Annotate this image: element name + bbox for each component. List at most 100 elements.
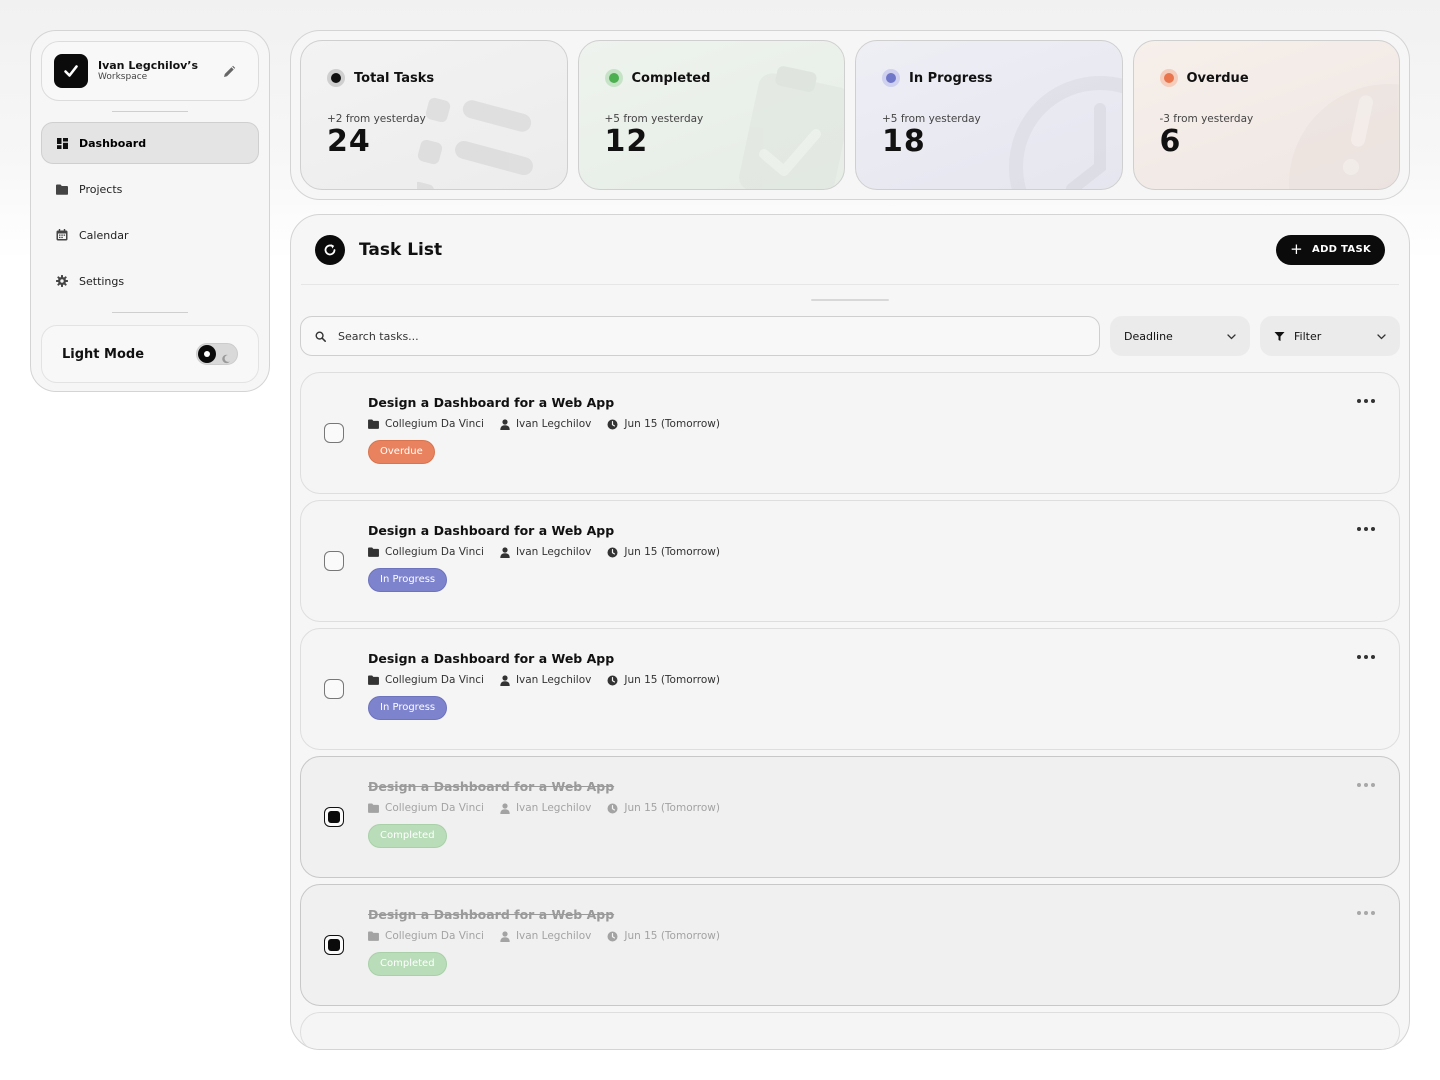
- stat-card-overdue[interactable]: Overdue -3 from yesterday 6: [1132, 40, 1400, 190]
- task-card-partial[interactable]: [300, 1012, 1400, 1049]
- task-assignee: Ivan Legchilov: [515, 418, 592, 430]
- stat-value: 12: [604, 124, 649, 159]
- refresh-icon[interactable]: [315, 234, 345, 265]
- task-project: Collegium Da Vinci: [385, 674, 484, 686]
- task-title: Design a Dashboard for a Web App: [368, 395, 615, 410]
- sidebar-item-calendar[interactable]: Calendar: [41, 214, 259, 256]
- status-dot: [882, 69, 900, 87]
- theme-mode-box: Light Mode: [41, 325, 259, 383]
- divider: [112, 312, 188, 313]
- theme-mode-label: Light Mode: [62, 346, 145, 362]
- more-options-icon[interactable]: [1357, 399, 1375, 403]
- search-icon: [315, 330, 326, 342]
- stat-card-total[interactable]: Total Tasks +2 from yesterday 24: [300, 40, 568, 190]
- user-icon: [500, 930, 510, 942]
- task-list: Design a Dashboard for a Web App Collegi…: [300, 372, 1400, 1049]
- add-task-label: ADD TASK: [1312, 244, 1371, 255]
- folder-icon: [368, 547, 379, 557]
- sort-select[interactable]: Deadline: [1110, 316, 1250, 356]
- add-task-button[interactable]: + ADD TASK: [1276, 234, 1385, 265]
- folder-icon: [368, 803, 379, 813]
- filter-select[interactable]: Filter: [1260, 316, 1400, 356]
- user-icon: [500, 802, 510, 814]
- task-project: Collegium Da Vinci: [385, 546, 484, 558]
- stat-label: In Progress: [909, 70, 993, 86]
- task-title: Design a Dashboard for a Web App: [368, 651, 615, 666]
- task-title: Design a Dashboard for a Web App: [368, 523, 615, 538]
- theme-toggle[interactable]: [196, 343, 238, 365]
- clock-icon: [607, 547, 618, 557]
- clock-icon: [607, 803, 618, 813]
- sidebar-item-projects[interactable]: Projects: [41, 168, 259, 210]
- task-card[interactable]: Design a Dashboard for a Web App Collegi…: [300, 372, 1400, 494]
- task-title: Design a Dashboard for a Web App: [368, 779, 615, 794]
- task-meta: Collegium Da Vinci Ivan Legchilov Jun 15…: [368, 546, 1399, 558]
- sidebar-item-settings[interactable]: Settings: [41, 260, 259, 302]
- task-due-date: Jun 15 (Tomorrow): [624, 802, 720, 814]
- gear-icon: [56, 275, 68, 287]
- sun-icon: [198, 345, 216, 363]
- stat-label: Total Tasks: [354, 70, 435, 86]
- task-meta: Collegium Da Vinci Ivan Legchilov Jun 15…: [368, 674, 1399, 686]
- clock-icon: [607, 675, 618, 685]
- stat-card-in-progress[interactable]: In Progress +5 from yesterday 18: [855, 40, 1123, 190]
- workspace-switcher[interactable]: Ivan Legchilov’s Workspace: [41, 41, 259, 101]
- workspace-subtitle: Workspace: [98, 72, 148, 83]
- pencil-icon[interactable]: [222, 64, 236, 83]
- task-card[interactable]: Design a Dashboard for a Web App Collegi…: [300, 628, 1400, 750]
- divider: [112, 111, 188, 112]
- task-due-date: Jun 15 (Tomorrow): [624, 674, 720, 686]
- sidebar-item-label: Dashboard: [79, 136, 147, 150]
- search-placeholder: Search tasks...: [338, 329, 419, 343]
- task-card[interactable]: Design a Dashboard for a Web App Collegi…: [300, 884, 1400, 1006]
- stat-label: Overdue: [1186, 70, 1249, 86]
- task-checkbox[interactable]: [324, 807, 344, 827]
- task-due-date: Jun 15 (Tomorrow): [624, 546, 720, 558]
- more-options-icon[interactable]: [1357, 527, 1375, 531]
- search-input[interactable]: Search tasks...: [300, 316, 1100, 356]
- moon-icon: [221, 349, 231, 368]
- task-meta: Collegium Da Vinci Ivan Legchilov Jun 15…: [368, 930, 1399, 942]
- chevron-down-icon: [1377, 330, 1386, 343]
- more-options-icon[interactable]: [1357, 655, 1375, 659]
- task-checkbox[interactable]: [324, 423, 344, 443]
- status-badge: In Progress: [368, 568, 448, 592]
- user-icon: [500, 546, 510, 558]
- task-due-date: Jun 15 (Tomorrow): [624, 418, 720, 430]
- task-assignee: Ivan Legchilov: [515, 930, 592, 942]
- task-assignee: Ivan Legchilov: [515, 802, 592, 814]
- status-dot: [1159, 69, 1178, 87]
- status-dot: [604, 69, 623, 87]
- stat-label: Completed: [631, 70, 711, 86]
- sidebar-item-dashboard[interactable]: Dashboard: [41, 122, 259, 164]
- task-card[interactable]: Design a Dashboard for a Web App Collegi…: [300, 756, 1400, 878]
- workspace-logo-icon: [54, 54, 88, 88]
- stat-card-completed[interactable]: Completed +5 from yesterday 12: [577, 40, 845, 190]
- sidebar-item-label: Calendar: [79, 228, 129, 242]
- task-card[interactable]: Design a Dashboard for a Web App Collegi…: [300, 500, 1400, 622]
- task-list-title: Task List: [359, 239, 443, 260]
- task-title: Design a Dashboard for a Web App: [368, 907, 615, 922]
- folder-icon: [368, 675, 379, 685]
- task-meta: Collegium Da Vinci Ivan Legchilov Jun 15…: [368, 802, 1399, 814]
- workspace-name: Ivan Legchilov’s: [98, 58, 199, 72]
- folder-icon: [56, 183, 68, 195]
- status-badge: Completed: [368, 824, 447, 848]
- more-options-icon[interactable]: [1357, 911, 1375, 915]
- task-checkbox[interactable]: [324, 551, 344, 571]
- clock-icon: [607, 419, 618, 429]
- sort-label: Deadline: [1124, 329, 1173, 343]
- drag-handle[interactable]: [811, 299, 889, 301]
- more-options-icon[interactable]: [1357, 783, 1375, 787]
- task-controls: Search tasks... Deadline Filter: [300, 316, 1400, 356]
- task-list-header: Task List + ADD TASK: [301, 215, 1399, 285]
- task-checkbox[interactable]: [324, 935, 344, 955]
- stats-row: Total Tasks +2 from yesterday 24 Complet…: [290, 30, 1410, 200]
- status-dot: [327, 69, 345, 87]
- stat-delta: -3 from yesterday: [1159, 113, 1254, 125]
- stat-value: 18: [882, 124, 926, 159]
- status-badge: In Progress: [368, 696, 448, 720]
- task-project: Collegium Da Vinci: [385, 930, 484, 942]
- task-assignee: Ivan Legchilov: [515, 546, 592, 558]
- task-checkbox[interactable]: [324, 679, 344, 699]
